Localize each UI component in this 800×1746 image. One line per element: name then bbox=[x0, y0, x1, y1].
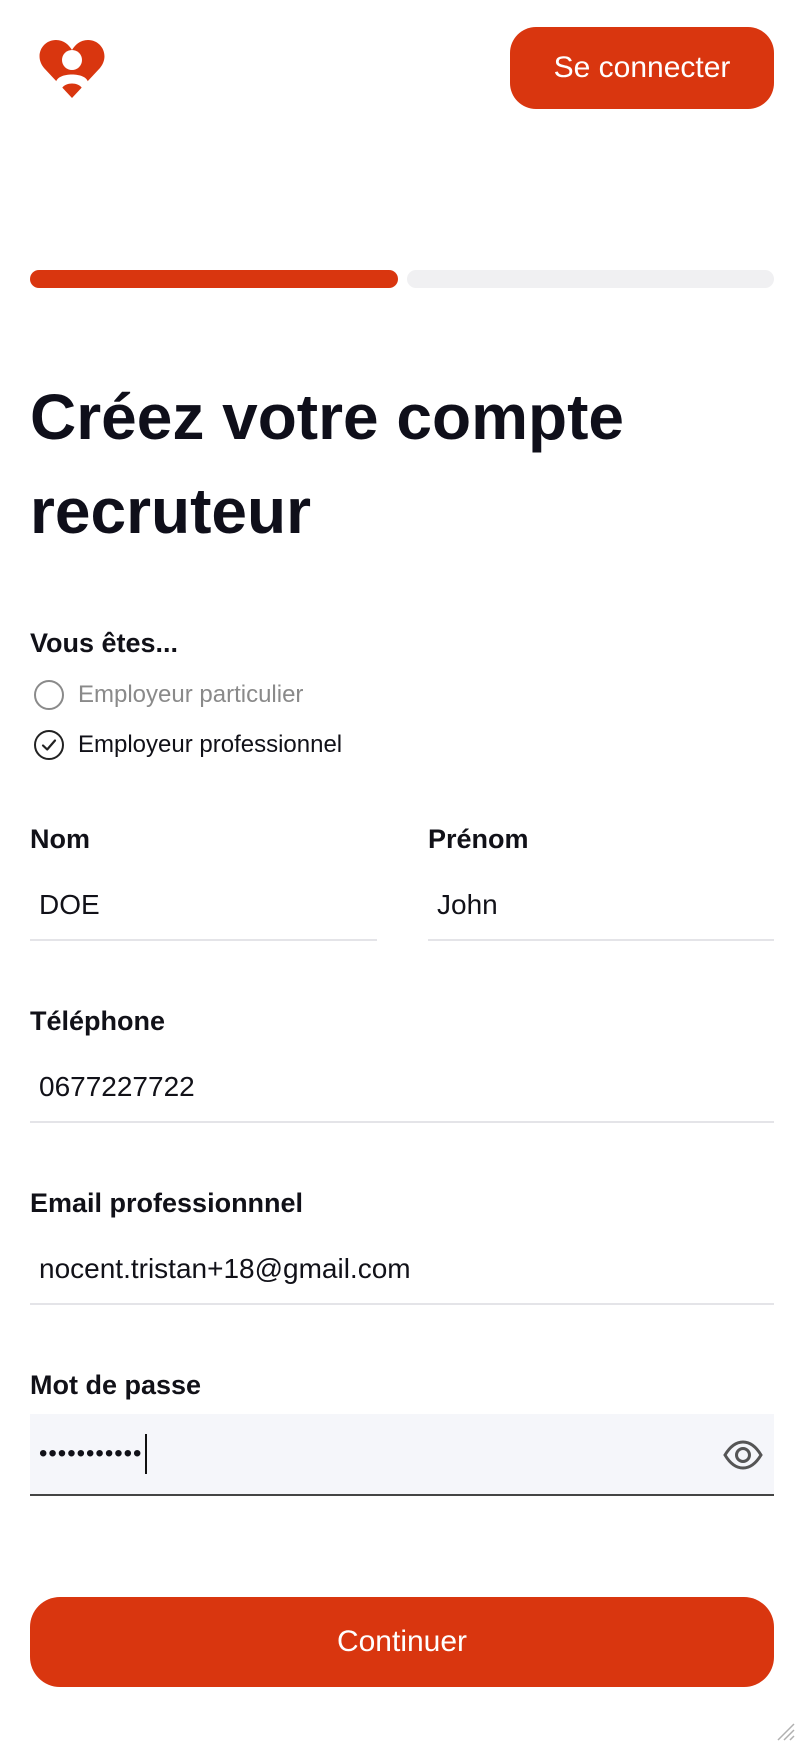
radio-label: Employeur professionnel bbox=[78, 731, 343, 758]
radio-employeur-particulier[interactable]: Employeur particulier bbox=[34, 680, 303, 710]
page-title: Créez votre compte recruteur bbox=[30, 370, 750, 558]
radio-unchecked-icon bbox=[34, 680, 64, 710]
continue-button[interactable]: Continuer bbox=[30, 1597, 774, 1687]
text-caret bbox=[145, 1434, 148, 1474]
employer-type-label: Vous êtes... bbox=[30, 628, 179, 658]
app-logo[interactable] bbox=[38, 38, 106, 100]
password-label: Mot de passe bbox=[30, 1370, 202, 1400]
password-field[interactable]: ••••••••••• bbox=[30, 1414, 774, 1496]
first-name-label: Prénom bbox=[428, 824, 529, 854]
first-name-value: John bbox=[437, 889, 498, 920]
eye-icon[interactable] bbox=[722, 1434, 764, 1476]
last-name-label: Nom bbox=[30, 824, 90, 854]
phone-field[interactable]: 0677227722 bbox=[30, 1053, 774, 1123]
page-title-line-1: Créez votre compte bbox=[30, 381, 624, 453]
radio-label: Employeur particulier bbox=[78, 681, 304, 708]
email-value: nocent.tristan+18@gmail.com bbox=[39, 1253, 411, 1284]
password-value: ••••••••••• bbox=[39, 1440, 143, 1467]
phone-label: Téléphone bbox=[30, 1006, 166, 1036]
progress-step-2 bbox=[407, 270, 774, 288]
resize-handle-icon[interactable] bbox=[772, 1718, 796, 1742]
login-button[interactable]: Se connecter bbox=[510, 27, 774, 109]
progress-step-1 bbox=[30, 270, 398, 288]
email-label: Email professionnnel bbox=[30, 1188, 304, 1218]
email-field[interactable]: nocent.tristan+18@gmail.com bbox=[30, 1235, 774, 1305]
check-circle-icon bbox=[34, 730, 64, 760]
first-name-field[interactable]: John bbox=[428, 871, 774, 941]
radio-employeur-professionnel[interactable]: Employeur professionnel bbox=[34, 730, 342, 760]
heart-person-logo-icon bbox=[39, 40, 105, 98]
last-name-value: DOE bbox=[39, 889, 100, 920]
phone-value: 0677227722 bbox=[39, 1071, 195, 1102]
last-name-field[interactable]: DOE bbox=[30, 871, 377, 941]
page-title-line-2: recruteur bbox=[30, 475, 311, 547]
